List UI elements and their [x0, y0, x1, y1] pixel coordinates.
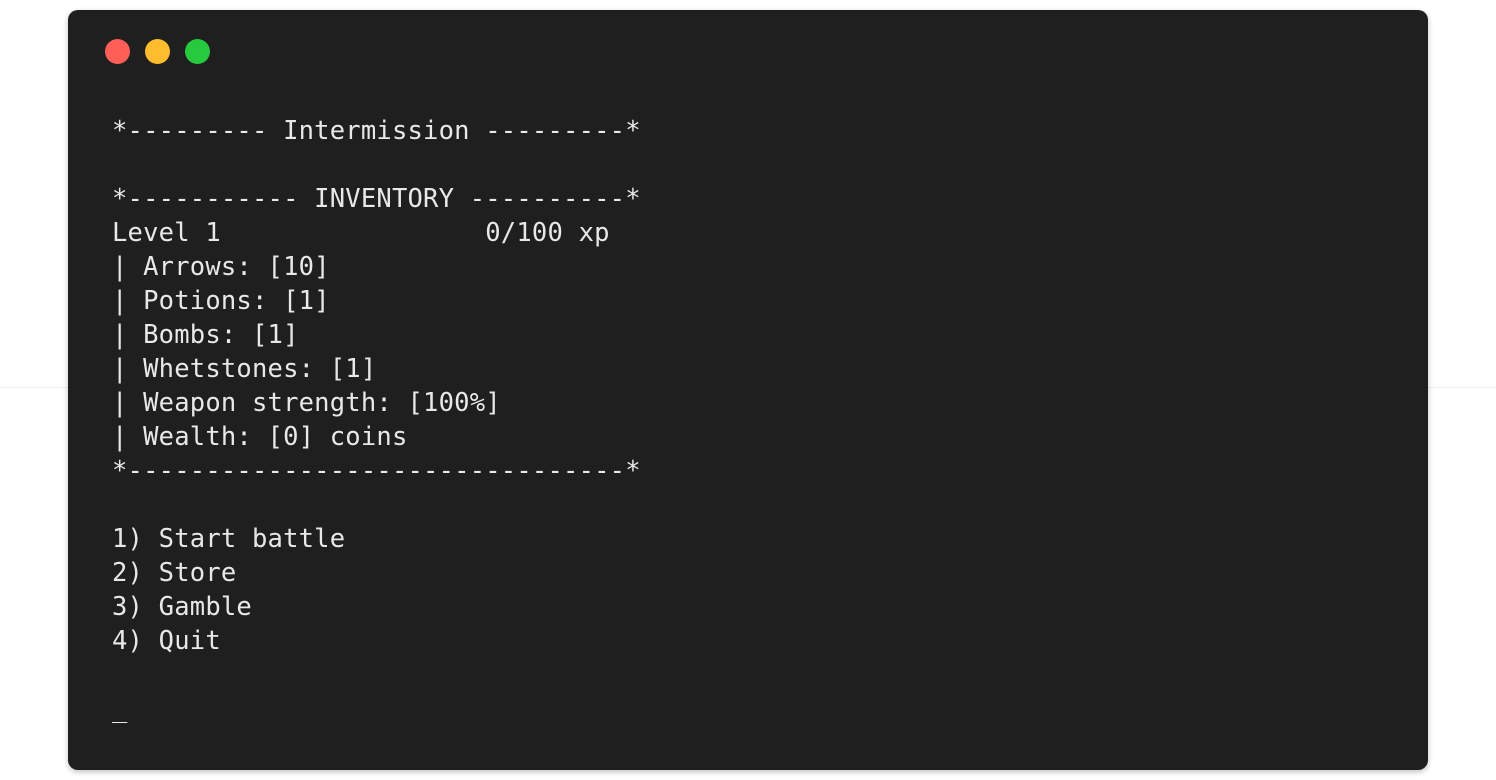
terminal-output: *--------- Intermission ---------* *----…: [112, 114, 641, 726]
minimize-window-button[interactable]: [145, 39, 170, 64]
inventory-item-wealth: | Wealth: [0] coins: [112, 422, 408, 452]
terminal-window: *--------- Intermission ---------* *----…: [68, 10, 1428, 770]
inventory-item-bombs: | Bombs: [1]: [112, 320, 299, 350]
menu-option-gamble[interactable]: 3) Gamble: [112, 590, 641, 624]
menu-option-store[interactable]: 2) Store: [112, 556, 641, 590]
inventory-footer: *--------------------------------*: [112, 456, 641, 486]
maximize-window-button[interactable]: [185, 39, 210, 64]
close-window-button[interactable]: [105, 39, 130, 64]
inventory-item-whetstones: | Whetstones: [1]: [112, 354, 377, 384]
inventory-item-potions: | Potions: [1]: [112, 286, 330, 316]
window-titlebar: [68, 10, 1428, 80]
menu-option-quit[interactable]: 4) Quit: [112, 624, 641, 658]
level-xp-line: Level 1 0/100 xp: [112, 218, 610, 248]
intermission-header: *--------- Intermission ---------*: [112, 116, 641, 146]
inventory-item-arrows: | Arrows: [10]: [112, 252, 330, 282]
input-cursor[interactable]: _: [112, 692, 641, 726]
inventory-header: *----------- INVENTORY ----------*: [112, 184, 641, 214]
inventory-item-weapon-strength: | Weapon strength: [100%]: [112, 388, 501, 418]
menu-option-start-battle[interactable]: 1) Start battle: [112, 522, 641, 556]
